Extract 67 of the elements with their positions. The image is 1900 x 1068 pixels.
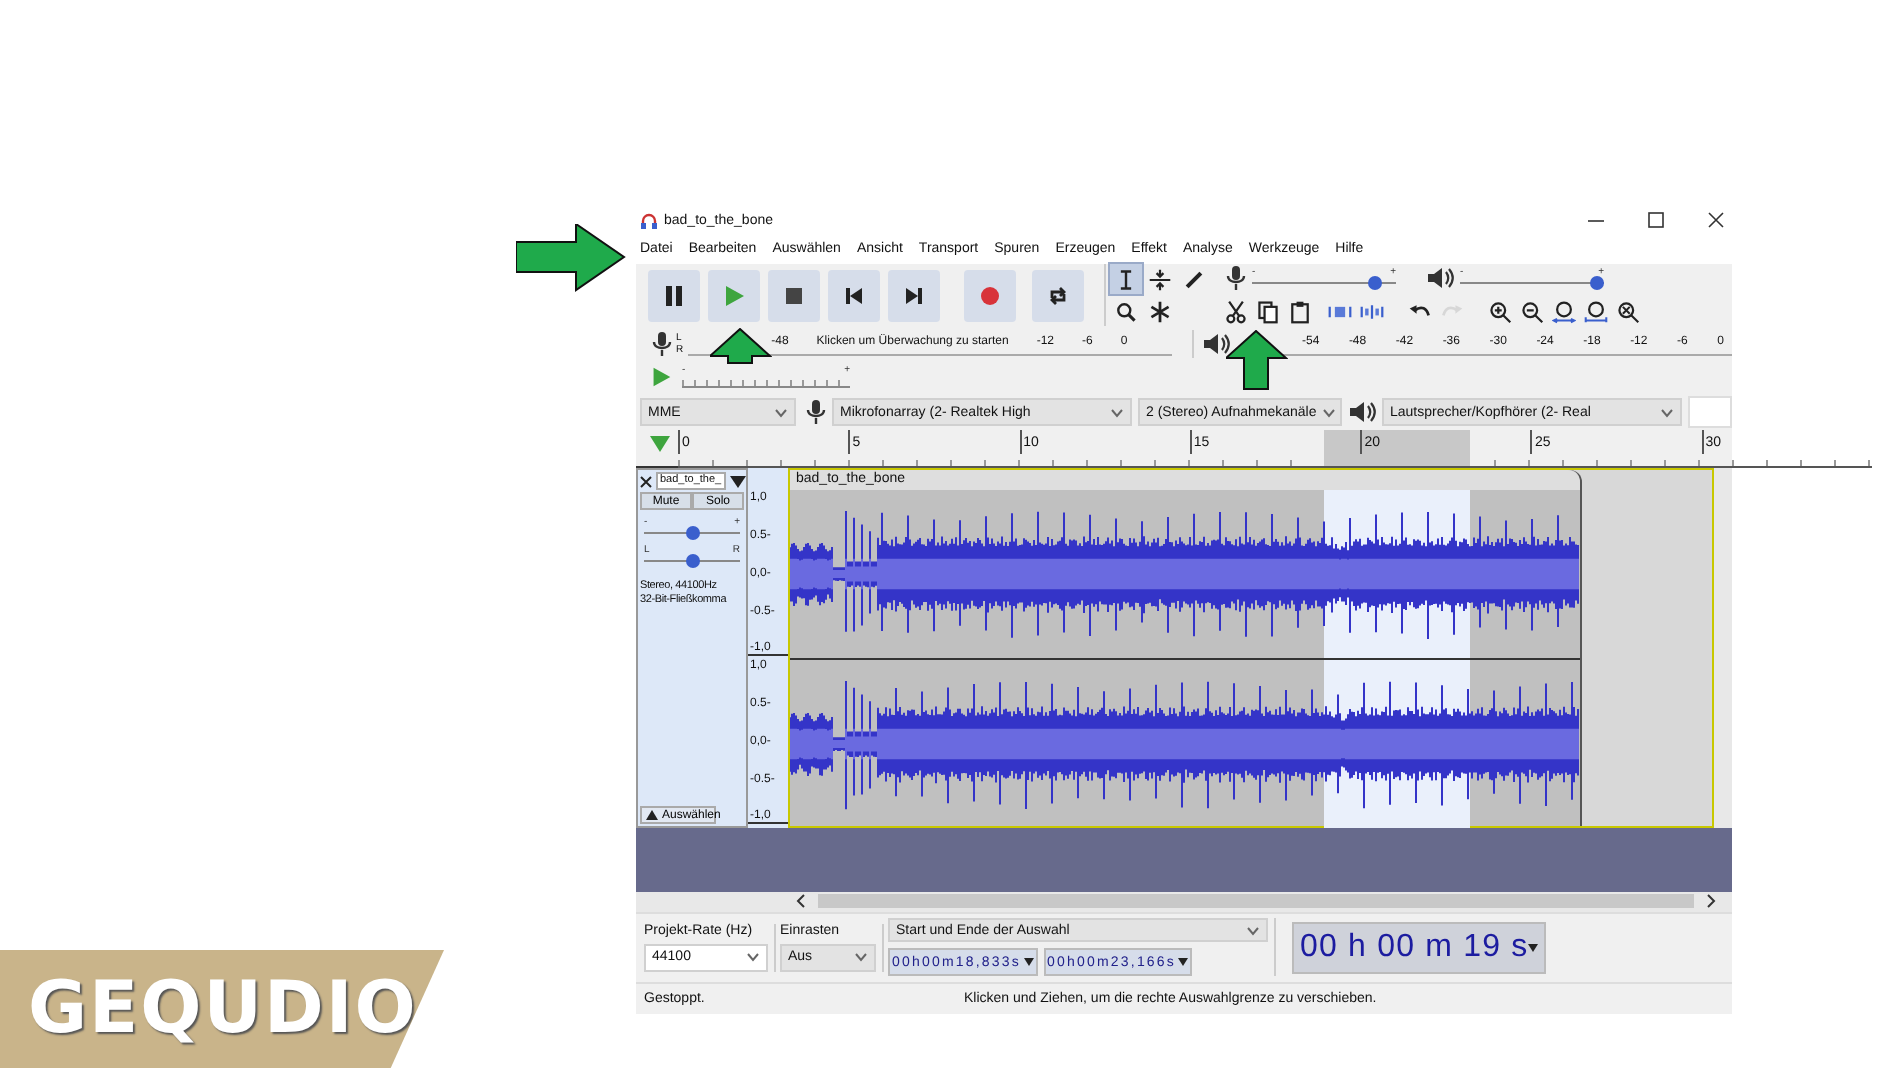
- slider-thumb[interactable]: [685, 554, 699, 569]
- microphone-icon: [802, 398, 826, 427]
- empty-toolbar-slot: [1688, 396, 1732, 429]
- headphones-icon: [640, 211, 658, 230]
- copy-icon: [1256, 300, 1280, 325]
- right-arrow: [516, 224, 626, 292]
- maximize-icon: [1648, 212, 1664, 229]
- edit-button[interactable]: [1518, 298, 1546, 327]
- play-icon: [648, 363, 674, 390]
- transport-button[interactable]: [828, 269, 880, 322]
- logo-text: GEQUDIO: [28, 968, 418, 1050]
- fit-project-icon: [1584, 300, 1608, 325]
- slider-thumb[interactable]: [1589, 276, 1604, 291]
- record-icon: [976, 281, 1004, 310]
- chevron-down-icon: [774, 407, 788, 418]
- caret-icon: [1178, 958, 1189, 967]
- edit-button[interactable]: [1254, 298, 1282, 327]
- pause-icon: [660, 281, 688, 310]
- chevron-down-icon: [1660, 407, 1674, 418]
- chevron-down-icon: [746, 952, 760, 963]
- edit-button[interactable]: [1486, 298, 1514, 327]
- envelope-tool-icon: [1148, 267, 1172, 292]
- speaker-icon: [1348, 398, 1376, 427]
- scissors-icon: [1224, 300, 1248, 325]
- collapse-icon: [646, 810, 658, 821]
- slider-thumb[interactable]: [685, 526, 699, 541]
- fit-selection-icon: [1552, 300, 1576, 325]
- magnifier-icon: [1114, 299, 1138, 324]
- caret-icon: [1528, 943, 1539, 952]
- close-icon: [640, 475, 652, 488]
- tool-button[interactable]: [1144, 264, 1176, 295]
- chevron-down-icon: [1322, 407, 1337, 418]
- chevron-down-icon: [1110, 407, 1124, 418]
- edit-button[interactable]: [1222, 298, 1250, 327]
- play-head-icon: [650, 436, 670, 453]
- microphone-icon: [1222, 264, 1246, 293]
- edit-button[interactable]: [1550, 298, 1578, 327]
- horizontal-scrollbar[interactable]: [636, 891, 1732, 912]
- zoom-toggle-icon: [1616, 300, 1640, 325]
- chevron-down-icon: [854, 952, 868, 963]
- speaker-icon: [1426, 264, 1454, 293]
- transport-button[interactable]: [1032, 269, 1084, 322]
- play-icon: [720, 281, 748, 310]
- speaker-icon: [1202, 329, 1230, 358]
- asterisk-icon: [1148, 299, 1172, 324]
- edit-button[interactable]: [1582, 298, 1610, 327]
- pencil-icon: [1182, 267, 1206, 292]
- zoom-out-icon: [1520, 300, 1544, 325]
- up-arrow: [1226, 330, 1288, 390]
- microphone-icon: [648, 329, 672, 358]
- clipboard-icon: [1288, 300, 1312, 325]
- edit-button[interactable]: [1286, 298, 1314, 327]
- close-icon: [1708, 212, 1724, 229]
- vertical-scrollbar[interactable]: [1714, 468, 1732, 829]
- edit-button[interactable]: [1614, 298, 1642, 327]
- caret-icon: [1023, 958, 1034, 967]
- zoom-in-icon: [1488, 300, 1512, 325]
- silence-icon: [1360, 300, 1384, 325]
- tool-button[interactable]: [1110, 264, 1142, 295]
- caret-icon: [729, 475, 746, 488]
- transport-button[interactable]: [768, 269, 820, 322]
- slider-thumb[interactable]: [1367, 276, 1382, 291]
- time-display[interactable]: 00 h 00 m 19 s: [1292, 921, 1547, 974]
- transport-button[interactable]: [888, 269, 940, 322]
- transport-button[interactable]: [648, 269, 700, 322]
- up-arrow: [710, 328, 772, 364]
- chevron-down-icon: [1246, 925, 1260, 936]
